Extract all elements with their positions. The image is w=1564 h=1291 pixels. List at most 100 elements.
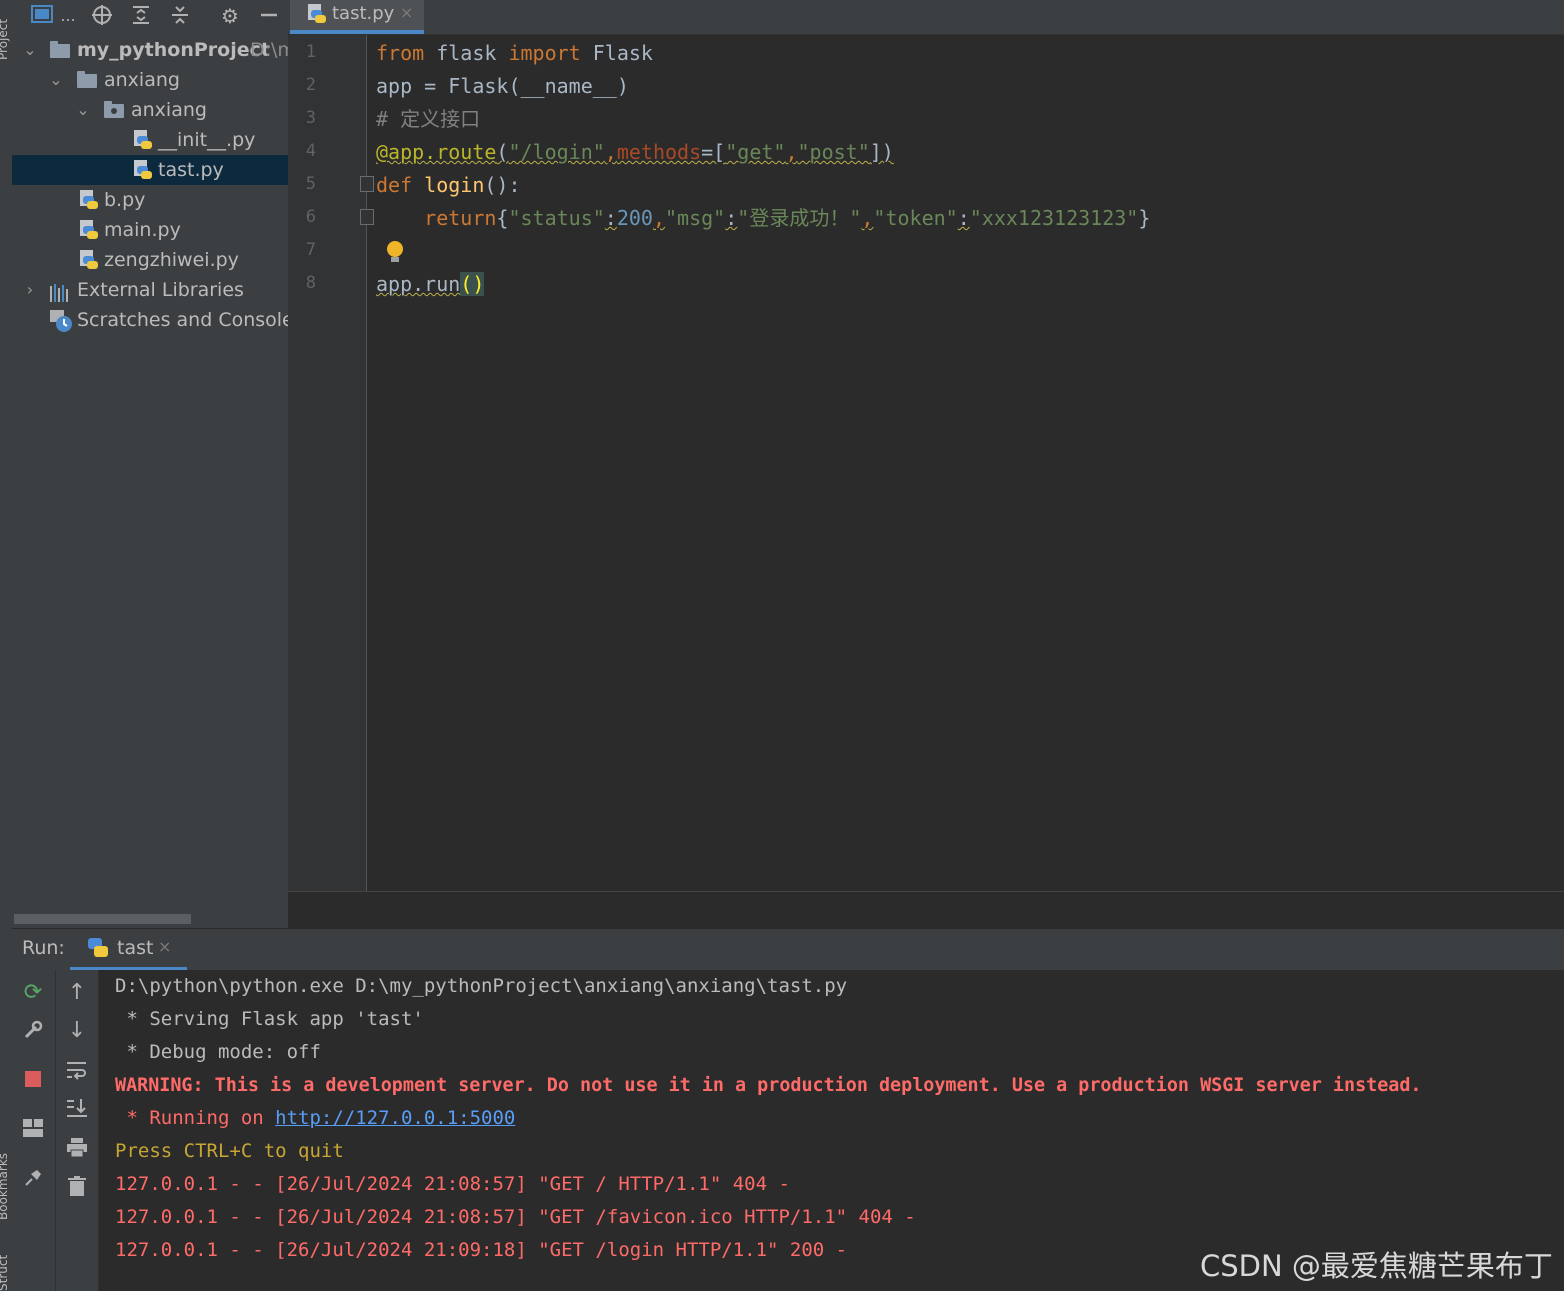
tree-item-label: __init__.py — [158, 129, 256, 151]
editor-gutter: 1 2 3 4 5 6 7 8 — [288, 35, 374, 891]
project-toolbar: ... ⚙ — [12, 0, 288, 32]
watermark: CSDN @最爱焦糖芒果布丁 — [1200, 1249, 1553, 1283]
wrench-icon[interactable] — [12, 1015, 54, 1045]
tree-item-label: anxiang — [131, 99, 207, 121]
line-number: 7 — [305, 240, 316, 260]
line-number: 3 — [305, 108, 316, 128]
tree-item-external-libraries[interactable]: › External Libraries — [12, 275, 288, 305]
minimize-icon[interactable] — [257, 4, 281, 28]
tree-item-root[interactable]: ⌄ my_pythonProject D:\m — [12, 35, 288, 65]
tree-item-scratches[interactable]: Scratches and Consoles — [12, 305, 288, 335]
console-line: * Running on http://127.0.0.1:5000 — [115, 1107, 516, 1129]
run-tab-label: tast — [117, 937, 154, 959]
line-number: 1 — [305, 42, 316, 62]
code-line-6: return{"status":200,"msg":"登录成功！","token… — [424, 206, 1151, 230]
folder-icon — [50, 41, 70, 58]
tree-item-folder-anxiang[interactable]: ⌄ anxiang — [12, 65, 288, 95]
chevron-right-icon[interactable]: › — [22, 275, 38, 305]
tab-tast-py[interactable]: tast.py × — [290, 0, 424, 34]
console-line: Press CTRL+C to quit — [115, 1140, 344, 1162]
editor-tab-bar: tast.py × — [288, 0, 1564, 35]
console-log-line: 127.0.0.1 - - [26/Jul/2024 21:09:18] "GE… — [115, 1239, 848, 1261]
tree-item-label: b.py — [104, 189, 146, 211]
tree-item-label: Scratches and Consoles — [77, 309, 288, 331]
folder-icon — [77, 71, 97, 88]
tree-item-file-init[interactable]: __init__.py — [12, 125, 288, 155]
console-line: * Serving Flask app 'tast' — [115, 1008, 424, 1030]
line-number: 6 — [305, 207, 316, 227]
run-toolbar-left: ⟳ — [12, 970, 56, 1291]
console-log-line: 127.0.0.1 - - [26/Jul/2024 21:08:57] "GE… — [115, 1206, 916, 1228]
view-options-ellipsis[interactable]: ... — [56, 4, 80, 28]
scratches-icon — [49, 309, 73, 342]
scroll-to-end-icon[interactable] — [56, 1093, 98, 1123]
code-line-1: from flask import Flask — [376, 41, 653, 65]
tree-item-package-anxiang[interactable]: ⌄ anxiang — [12, 95, 288, 125]
python-file-icon — [78, 190, 98, 210]
line-number: 2 — [305, 75, 316, 95]
python-file-icon — [78, 220, 98, 240]
pin-icon[interactable] — [12, 1163, 54, 1193]
soft-wrap-icon[interactable] — [56, 1055, 98, 1085]
run-label: Run: — [22, 937, 65, 959]
python-file-icon — [306, 4, 326, 24]
console-log-line: 127.0.0.1 - - [26/Jul/2024 21:08:57] "GE… — [115, 1173, 790, 1195]
chevron-down-icon[interactable]: ⌄ — [75, 95, 91, 125]
structure-tool-window-button[interactable]: Structure — [0, 1255, 10, 1291]
python-icon — [88, 938, 108, 958]
server-url-link[interactable]: http://127.0.0.1:5000 — [275, 1107, 515, 1129]
close-icon[interactable]: × — [400, 3, 413, 22]
chevron-down-icon[interactable]: ⌄ — [48, 65, 64, 95]
project-tool-window-button[interactable]: Project — [0, 0, 10, 60]
rerun-icon[interactable]: ⟳ — [12, 978, 54, 1008]
gear-icon[interactable]: ⚙ — [218, 4, 242, 28]
bookmarks-tool-window-button[interactable]: Bookmarks — [0, 1110, 10, 1220]
run-toolbar-right: ↑ ↓ — [56, 970, 99, 1291]
trash-icon[interactable] — [56, 1171, 98, 1201]
project-horizontal-scrollbar[interactable] — [14, 914, 191, 924]
tree-item-file-zengzhiwei[interactable]: zengzhiwei.py — [12, 245, 288, 275]
tree-item-label: External Libraries — [77, 279, 244, 301]
stop-icon[interactable] — [12, 1064, 54, 1094]
print-icon[interactable] — [56, 1133, 98, 1163]
package-icon — [104, 101, 124, 118]
code-line-5: def login(): — [376, 173, 521, 197]
fold-marker-icon[interactable] — [360, 209, 374, 225]
project-panel: ... ⚙ ⌄ my_pythonProject D:\m ⌄ anxiang … — [12, 0, 288, 928]
fold-marker-icon[interactable] — [360, 176, 374, 192]
console-line: * Debug mode: off — [115, 1041, 321, 1063]
arrow-up-icon[interactable]: ↑ — [56, 978, 98, 1008]
arrow-down-icon[interactable]: ↓ — [56, 1016, 98, 1046]
tree-item-label: tast.py — [158, 159, 224, 181]
line-number: 8 — [305, 273, 316, 293]
python-file-icon — [132, 130, 152, 150]
tree-item-label: my_pythonProject — [77, 39, 270, 61]
tree-item-path: D:\m — [250, 39, 288, 61]
tree-item-file-tast[interactable]: tast.py — [12, 155, 288, 185]
code-editor[interactable]: 1 2 3 4 5 6 7 8 from flask import Flask … — [288, 35, 1564, 891]
tab-label: tast.py — [332, 3, 395, 24]
tree-item-file-b[interactable]: b.py — [12, 185, 288, 215]
collapse-all-icon[interactable] — [168, 4, 192, 28]
chevron-down-icon[interactable]: ⌄ — [22, 35, 38, 65]
python-file-icon — [78, 250, 98, 270]
expand-all-icon[interactable] — [129, 4, 153, 28]
run-panel-header: Run: tast × — [12, 928, 1564, 972]
lightbulb-icon[interactable] — [386, 241, 404, 265]
code-line-2: app = Flask(__name__) — [376, 74, 629, 98]
code-line-3: # 定义接口 — [376, 107, 481, 131]
layout-icon[interactable] — [12, 1113, 54, 1143]
tab-active-indicator — [290, 30, 424, 34]
run-tab-tast[interactable]: tast × — [70, 929, 187, 971]
tree-item-file-main[interactable]: main.py — [12, 215, 288, 245]
line-number: 5 — [305, 174, 316, 194]
locate-icon[interactable] — [90, 4, 114, 28]
tree-item-label: zengzhiwei.py — [104, 249, 239, 271]
editor-footer — [288, 891, 1564, 929]
console-warning-line: WARNING: This is a development server. D… — [115, 1075, 1422, 1096]
python-file-icon — [132, 160, 152, 180]
tree-item-label: main.py — [104, 219, 181, 241]
project-view-icon[interactable] — [30, 4, 54, 28]
close-icon[interactable]: × — [158, 937, 171, 956]
code-line-8: app.run() — [376, 272, 485, 296]
